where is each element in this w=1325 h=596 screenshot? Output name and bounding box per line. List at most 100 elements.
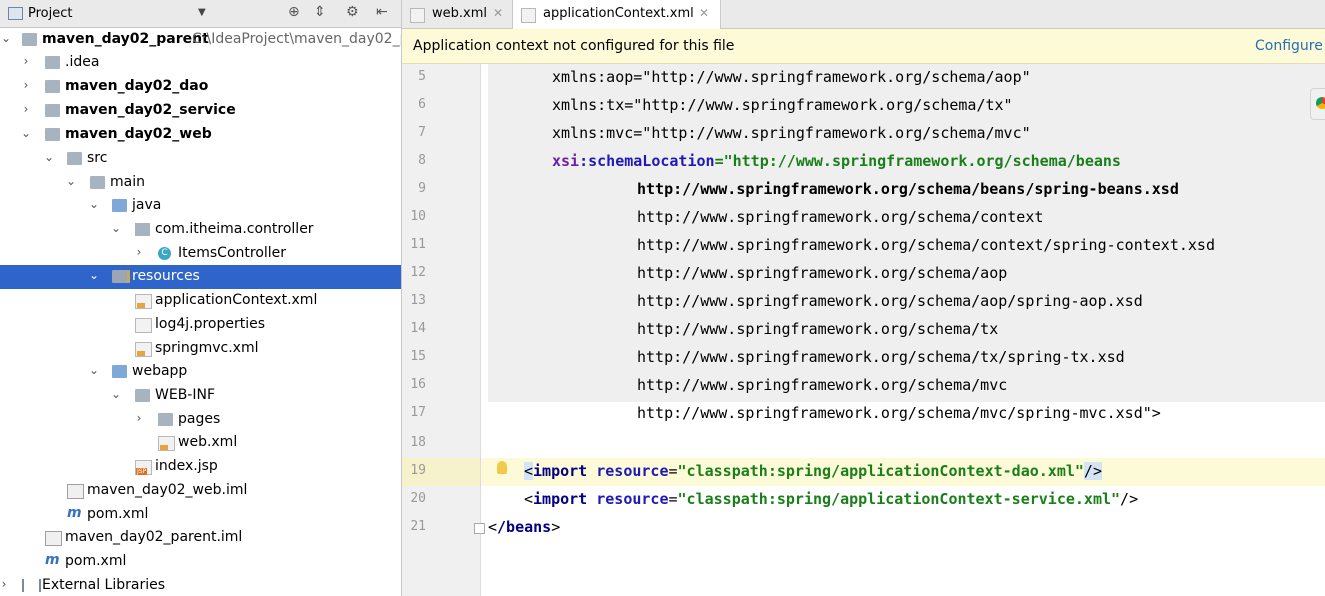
- tree-item-package[interactable]: ⌄ com.itheima.controller: [0, 218, 401, 242]
- iml-file-icon: [67, 484, 84, 499]
- tree-item-webxml[interactable]: web.xml: [0, 431, 401, 455]
- chevron-down-icon[interactable]: ⌄: [0, 31, 12, 45]
- chevron-right-icon[interactable]: ›: [133, 245, 145, 259]
- tab-web-xml[interactable]: web.xml ✕: [402, 0, 510, 28]
- tree-item-label: pom.xml: [87, 506, 149, 522]
- tree-item-external-libraries[interactable]: › External Libraries: [0, 574, 401, 596]
- code-editor[interactable]: 5 xmlns:aop="http://www.springframework.…: [402, 64, 1325, 596]
- project-panel-title[interactable]: Project: [28, 6, 72, 21]
- chevron-down-icon[interactable]: ⌄: [65, 174, 77, 188]
- folder-icon: [67, 152, 82, 165]
- code-text: <import resource="classpath:spring/appli…: [524, 462, 1102, 480]
- locate-icon[interactable]: ⊕: [288, 4, 300, 20]
- line-number: 15: [410, 349, 426, 364]
- tree-item-label: com.itheima.controller: [155, 221, 314, 237]
- xml-file-icon: [410, 8, 425, 23]
- code-text: http://www.springframework.org/schema/co…: [637, 236, 1215, 254]
- chevron-down-icon[interactable]: ⌄: [110, 387, 122, 401]
- code-line[interactable]: 6 xmlns:tx="http://www.springframework.o…: [402, 92, 1325, 120]
- line-number: 9: [418, 181, 426, 196]
- close-icon[interactable]: ✕: [493, 6, 503, 20]
- configure-link[interactable]: Configure: [1255, 38, 1323, 54]
- code-line[interactable]: 10 http://www.springframework.org/schema…: [402, 204, 1325, 232]
- tree-item-web-iml[interactable]: maven_day02_web.iml: [0, 479, 401, 503]
- project-panel-header: Project ▼ ⊕ ⇕ ⚙ ⇤: [0, 0, 401, 28]
- tree-item-service[interactable]: › maven_day02_service: [0, 99, 401, 123]
- code-line[interactable]: 21 </beans>: [402, 514, 1325, 542]
- code-line[interactable]: 16 http://www.springframework.org/schema…: [402, 372, 1325, 400]
- line-number: 7: [418, 125, 426, 140]
- attribute-name: resource: [596, 462, 669, 480]
- chevron-right-icon[interactable]: ›: [20, 78, 32, 92]
- code-line[interactable]: 13 http://www.springframework.org/schema…: [402, 288, 1325, 316]
- tree-item-web-pom[interactable]: m pom.xml: [0, 503, 401, 527]
- code-text: http://www.springframework.org/schema/ao…: [637, 264, 1008, 282]
- chevron-right-icon[interactable]: ›: [20, 54, 32, 68]
- tree-item-springmvc[interactable]: springmvc.xml: [0, 337, 401, 361]
- tree-item-resources[interactable]: ⌄ resources: [0, 265, 401, 289]
- module-folder-icon: [45, 104, 60, 117]
- fold-icon[interactable]: [474, 523, 485, 534]
- chevron-down-icon[interactable]: ⌄: [43, 150, 55, 164]
- code-line[interactable]: 15 http://www.springframework.org/schema…: [402, 344, 1325, 372]
- chevron-down-icon[interactable]: ⌄: [88, 268, 100, 282]
- tree-item-label: applicationContext.xml: [155, 292, 318, 308]
- chevron-right-icon[interactable]: ›: [0, 577, 10, 591]
- tree-item-pages[interactable]: › pages: [0, 408, 401, 432]
- tree-item-webinf[interactable]: ⌄ WEB-INF: [0, 384, 401, 408]
- code-line[interactable]: 20 <import resource="classpath:spring/ap…: [402, 486, 1325, 514]
- chevron-down-icon[interactable]: ▼: [198, 7, 206, 18]
- code-text: http://www.springframework.org/schema/be…: [637, 180, 1179, 198]
- tree-item-web[interactable]: ⌄ maven_day02_web: [0, 123, 401, 147]
- tag-name: /beans: [497, 518, 552, 536]
- line-number: 19: [410, 463, 426, 478]
- code-line[interactable]: 9 http://www.springframework.org/schema/…: [402, 176, 1325, 204]
- chevron-down-icon[interactable]: ⌄: [110, 221, 122, 235]
- tree-item-itemscontroller[interactable]: › C ItemsController: [0, 242, 401, 266]
- hide-panel-icon[interactable]: ⇤: [376, 4, 388, 20]
- chevron-right-icon[interactable]: ›: [133, 411, 145, 425]
- tree-item-applicationcontext[interactable]: applicationContext.xml: [0, 289, 401, 313]
- tree-item-label: maven_day02_parent.iml: [65, 529, 243, 545]
- code-line[interactable]: 7 xmlns:mvc="http://www.springframework.…: [402, 120, 1325, 148]
- tree-item-webapp[interactable]: ⌄ webapp: [0, 360, 401, 384]
- tree-item-parent-iml[interactable]: maven_day02_parent.iml: [0, 526, 401, 550]
- code-line[interactable]: 18: [402, 430, 1325, 458]
- code-line-current[interactable]: 19 <import resource="classpath:spring/ap…: [410, 458, 1325, 486]
- code-line[interactable]: 11 http://www.springframework.org/schema…: [402, 232, 1325, 260]
- module-folder-icon: [22, 33, 37, 46]
- tree-item-log4j[interactable]: log4j.properties: [0, 313, 401, 337]
- tree-item-label: index.jsp: [155, 458, 218, 474]
- code-line[interactable]: 5 xmlns:aop="http://www.springframework.…: [402, 64, 1325, 92]
- tab-applicationcontext-xml[interactable]: applicationContext.xml ✕: [512, 0, 721, 29]
- code-line[interactable]: 12 http://www.springframework.org/schema…: [402, 260, 1325, 288]
- chevron-down-icon[interactable]: ⌄: [20, 126, 32, 140]
- tree-item-src[interactable]: ⌄ src: [0, 147, 401, 171]
- chevron-down-icon[interactable]: ⌄: [88, 363, 100, 377]
- chevron-right-icon[interactable]: ›: [20, 102, 32, 116]
- tree-item-indexjsp[interactable]: index.jsp: [0, 455, 401, 479]
- code-line[interactable]: 8 xsi:schemaLocation="http://www.springf…: [402, 148, 1325, 176]
- tree-item-idea[interactable]: › .idea: [0, 51, 401, 75]
- tree-item-java[interactable]: ⌄ java: [0, 194, 401, 218]
- code-line[interactable]: 17 http://www.springframework.org/schema…: [402, 400, 1325, 428]
- tree-item-project-root[interactable]: ⌄ maven_day02_parent C:\IdeaProject\mave…: [0, 28, 401, 52]
- code-text: http://www.springframework.org/schema/mv…: [637, 404, 1161, 422]
- tree-item-label: java: [132, 197, 162, 213]
- tree-item-label: main: [110, 174, 145, 190]
- close-icon[interactable]: ✕: [699, 6, 709, 20]
- tree-item-dao[interactable]: › maven_day02_dao: [0, 75, 401, 99]
- collapse-all-icon[interactable]: ⇕: [314, 4, 326, 20]
- code-text: xsi:schemaLocation="http://www.springfra…: [552, 152, 1121, 170]
- lightbulb-icon[interactable]: [497, 461, 507, 474]
- tree-item-label: src: [87, 150, 108, 166]
- code-text: </beans>: [488, 518, 561, 536]
- project-icon: [8, 7, 23, 20]
- code-text: xmlns:mvc="http://www.springframework.or…: [552, 124, 1031, 142]
- tree-item-main[interactable]: ⌄ main: [0, 171, 401, 195]
- code-line[interactable]: 14 http://www.springframework.org/schema…: [402, 316, 1325, 344]
- chevron-down-icon[interactable]: ⌄: [88, 197, 100, 211]
- tree-item-parent-pom[interactable]: m pom.xml: [0, 550, 401, 574]
- gear-icon[interactable]: ⚙: [346, 4, 359, 20]
- tree-item-label: WEB-INF: [155, 387, 215, 403]
